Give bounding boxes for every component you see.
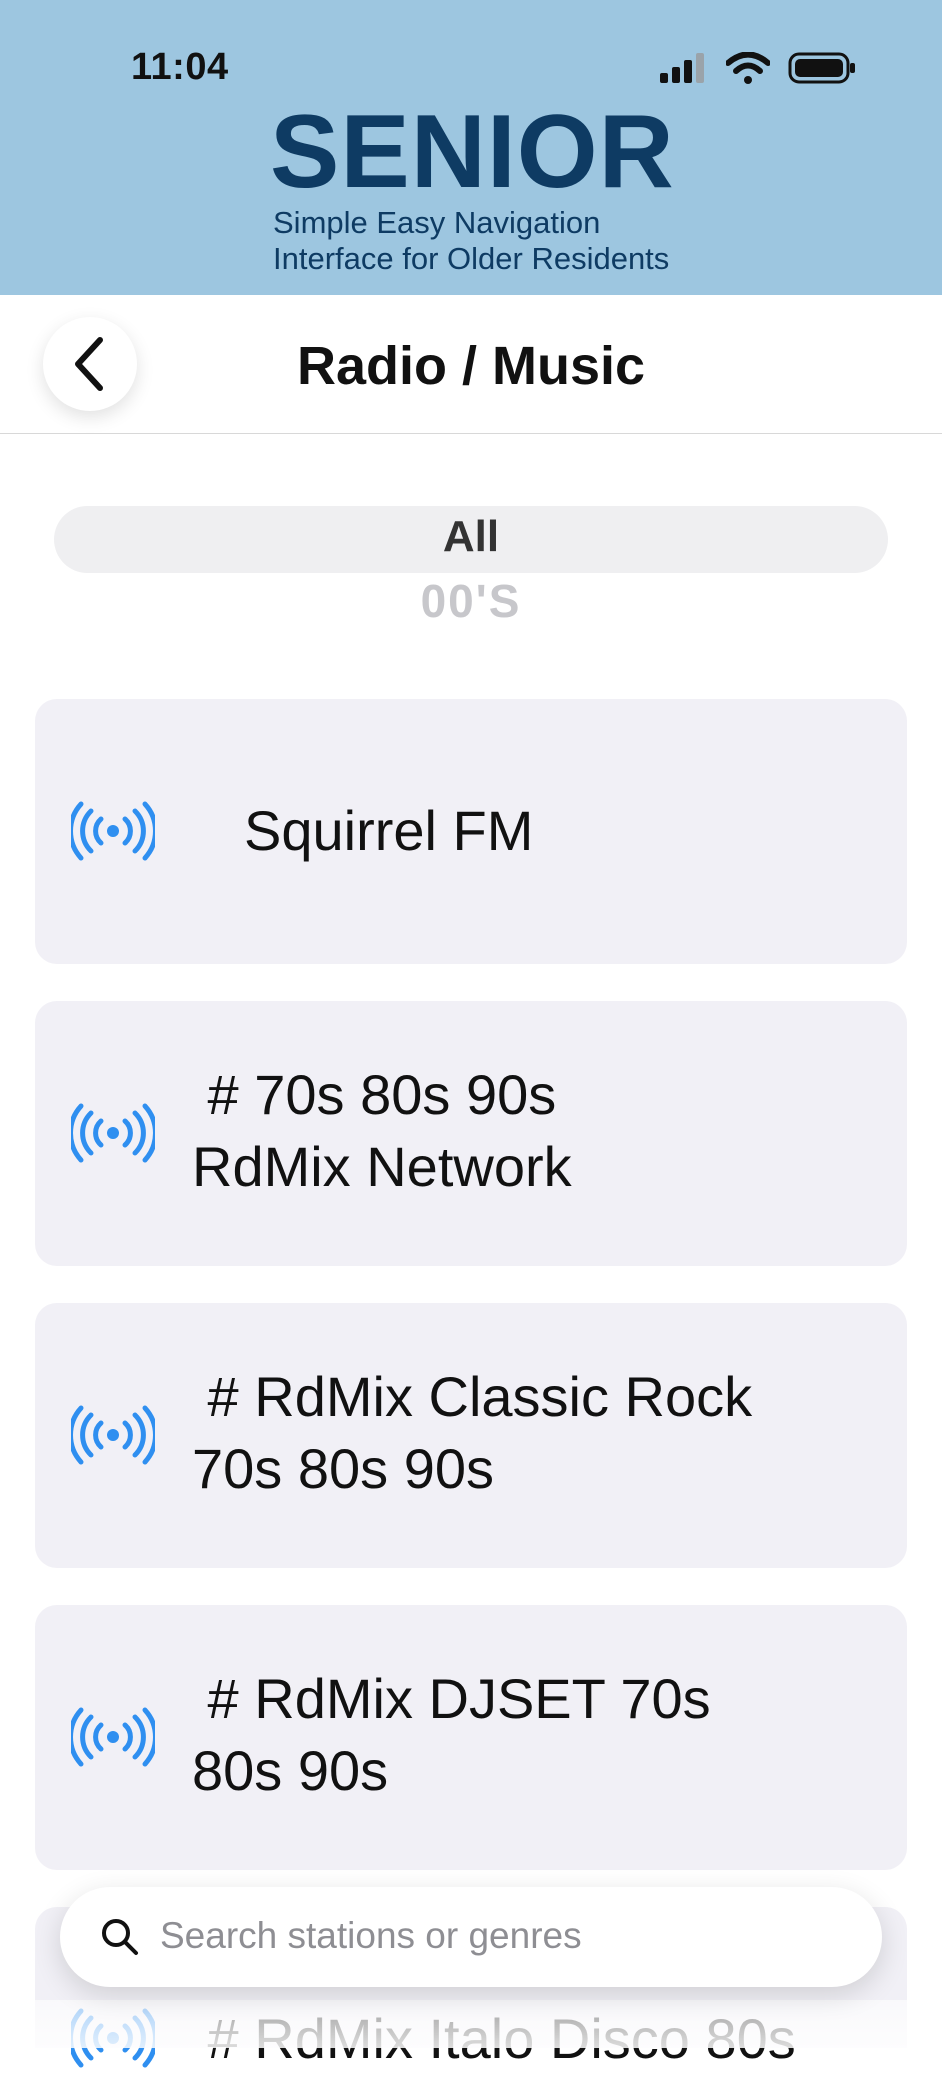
station-name: # RdMix Classic Rock 70s 80s 90s — [192, 1361, 752, 1505]
brand-title: SENIOR — [270, 94, 675, 210]
station-card[interactable]: # RdMix Classic Rock 70s 80s 90s — [35, 1303, 907, 1568]
bottom-fade — [0, 2000, 942, 2048]
station-name-line1: # 70s 80s 90s — [192, 1063, 557, 1126]
search-icon — [102, 1919, 138, 1955]
search-input[interactable]: Search stations or genres — [160, 1915, 582, 1957]
brand-subtitle: Simple Easy Navigation Interface for Old… — [273, 205, 669, 277]
battery-icon — [788, 52, 855, 84]
station-name-line1: Squirrel FM — [244, 799, 534, 862]
genre-picker-selected[interactable]: All — [0, 512, 942, 562]
brand-subtitle-line1: Simple Easy Navigation — [273, 205, 601, 240]
station-name-line1: # RdMix Classic Rock — [192, 1365, 753, 1428]
cellular-signal-icon — [660, 53, 704, 83]
brand-subtitle-line2: Interface for Older Residents — [273, 241, 670, 276]
wifi-icon — [726, 52, 770, 84]
status-icons — [660, 52, 856, 84]
station-name: # 70s 80s 90s RdMix Network — [192, 1059, 572, 1203]
broadcast-icon — [71, 1103, 155, 1163]
broadcast-icon — [71, 801, 155, 861]
app-header: 11:04 SENIOR Simple Easy Navigation Inte… — [0, 0, 942, 295]
station-name-line2: 70s 80s 90s — [192, 1437, 494, 1500]
station-name: # RdMix DJSET 70s 80s 90s — [192, 1663, 711, 1807]
nav-bar: Radio / Music — [0, 295, 942, 434]
status-time: 11:04 — [131, 46, 229, 88]
broadcast-icon — [71, 1707, 155, 1767]
page-title: Radio / Music — [296, 336, 646, 396]
broadcast-icon — [71, 1405, 155, 1465]
search-bar[interactable]: Search stations or genres — [60, 1887, 882, 1987]
station-card[interactable]: Squirrel FM — [35, 699, 907, 964]
station-name-line1: # RdMix DJSET 70s — [192, 1667, 711, 1730]
station-card[interactable]: # RdMix DJSET 70s 80s 90s — [35, 1605, 907, 1870]
station-name-line2: 80s 90s — [192, 1739, 389, 1802]
station-name: Squirrel FM — [244, 795, 533, 867]
station-card[interactable]: # 70s 80s 90s RdMix Network — [35, 1001, 907, 1266]
station-name-line2: RdMix Network — [192, 1135, 572, 1198]
genre-picker-next-option[interactable]: 00'S — [0, 574, 942, 628]
